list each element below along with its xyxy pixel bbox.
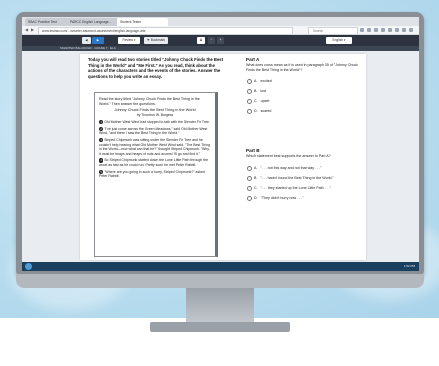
browser-tab[interactable]: PARCC English Language... bbox=[67, 18, 118, 26]
share-icon[interactable] bbox=[395, 28, 399, 32]
os-taskbar: 1:52 PM bbox=[22, 262, 419, 271]
radio-button[interactable] bbox=[247, 165, 252, 171]
instructions: Today you will read two stories titled "… bbox=[88, 57, 223, 79]
answer-choice[interactable]: D. "They didn't hurry now . . ." bbox=[246, 193, 362, 203]
shield-icon[interactable] bbox=[381, 28, 385, 32]
test-content: Today you will read two stories titled "… bbox=[80, 54, 366, 260]
passage-intro: Read the story titled "Johnny Chuck Find… bbox=[99, 97, 200, 106]
paragraph-number: 1 bbox=[99, 120, 104, 125]
choice-text: A. ". . . not this way and not that way .… bbox=[254, 165, 322, 170]
answer-choice[interactable]: C. upset bbox=[246, 96, 362, 106]
bookmark-icon: ⚑ bbox=[146, 38, 150, 42]
part-a: Part A What does cross mean as it is use… bbox=[246, 57, 362, 116]
review-dropdown[interactable]: Review ▾ bbox=[118, 37, 140, 44]
back-icon[interactable]: ◀ bbox=[25, 27, 28, 33]
forward-icon[interactable]: ▶ bbox=[31, 27, 34, 33]
extension-icon[interactable] bbox=[388, 28, 392, 32]
system-clock: 1:52 PM bbox=[403, 264, 415, 268]
start-button-icon[interactable] bbox=[25, 263, 32, 270]
passage-paragraph: 3 Striped Chipmunk was sitting under the … bbox=[99, 138, 211, 156]
browser-tab[interactable]: SBAC Practice Test bbox=[25, 18, 68, 26]
paragraph-text: Striped Chipmunk was sitting under the S… bbox=[99, 138, 210, 156]
part-b: Part B Which statement best supports the… bbox=[246, 148, 362, 203]
answer-choice[interactable]: C. ". . . they started up the Lone Little… bbox=[246, 183, 362, 193]
passage-paragraph: 2 "I've just come across the Green Meadow… bbox=[99, 126, 211, 136]
radio-button[interactable] bbox=[247, 89, 252, 95]
zoom-in-icon[interactable]: + bbox=[217, 37, 224, 44]
passage-pane: Today you will read two stories titled "… bbox=[88, 57, 226, 257]
radio-button[interactable] bbox=[247, 109, 252, 115]
download-icon[interactable] bbox=[367, 28, 371, 32]
paragraph-text: "Where are you going in such a hurry, St… bbox=[99, 169, 205, 179]
browser-search-field[interactable]: Search bbox=[308, 27, 358, 35]
test-toolbar: ◀ ▶ Review ▾ ⚑ Bookmark A − + English ▾ bbox=[22, 35, 419, 46]
choice-text: D. "They didn't hurry now . . ." bbox=[254, 195, 304, 200]
star-icon[interactable] bbox=[360, 28, 364, 32]
choice-text: B. lost bbox=[254, 89, 266, 94]
paragraph-number: 3 bbox=[99, 138, 104, 143]
passage-paragraph: 5 "Where are you going in such a hurry, S… bbox=[99, 169, 211, 179]
radio-button[interactable] bbox=[247, 99, 252, 105]
language-dropdown[interactable]: English ▾ bbox=[326, 37, 352, 44]
monitor-stand bbox=[150, 322, 290, 332]
radio-button[interactable] bbox=[247, 79, 252, 85]
test-subheader: SMARTER BALANCED · GRADE 7 · ELA bbox=[22, 46, 419, 51]
choice-text: B. ". . . hadn't found the Best Thing in … bbox=[254, 175, 334, 180]
radio-button[interactable] bbox=[247, 175, 252, 181]
zoom-out-icon[interactable]: − bbox=[208, 37, 215, 44]
menu-icon[interactable] bbox=[409, 28, 413, 32]
settings-icon[interactable] bbox=[402, 28, 406, 32]
home-icon[interactable] bbox=[374, 28, 378, 32]
monitor-neck bbox=[186, 288, 254, 324]
zoom-button[interactable]: A bbox=[197, 37, 205, 44]
answer-choice[interactable]: B. ". . . hadn't found the Best Thing in … bbox=[246, 173, 362, 183]
part-a-question: What does cross mean as it is used in pa… bbox=[246, 63, 358, 72]
passage-author: by Thornton W. Burgess bbox=[136, 113, 174, 118]
language-label: English bbox=[332, 38, 343, 42]
url-field[interactable]: www.testnav.com/.../smarter-balanced-ass… bbox=[38, 27, 293, 35]
bookmark-label: Bookmark bbox=[150, 38, 166, 42]
choice-text: C. upset bbox=[254, 99, 270, 104]
choice-text: C. ". . . they started up the Lone Little… bbox=[254, 185, 331, 190]
radio-button[interactable] bbox=[247, 185, 252, 191]
review-label: Review bbox=[122, 38, 133, 42]
paragraph-number: 2 bbox=[99, 126, 104, 131]
screen: SBAC Practice Test PARCC English Languag… bbox=[22, 17, 419, 271]
subheader-text: SMARTER BALANCED · GRADE 7 · ELA bbox=[60, 46, 116, 50]
paragraph-number: 4 bbox=[99, 158, 104, 163]
choice-text: D. scared bbox=[254, 109, 272, 114]
paragraph-text: So Striped Chipmunk started down the Lon… bbox=[99, 158, 209, 167]
passage-paragraph: 4 So Striped Chipmunk started down the Lo… bbox=[99, 158, 211, 167]
radio-button[interactable] bbox=[247, 195, 252, 201]
passage-box[interactable]: Read the story titled "Johnny Chuck Find… bbox=[94, 92, 218, 257]
bookmark-button[interactable]: ⚑ Bookmark bbox=[144, 37, 168, 44]
answer-choice[interactable]: A. ". . . not this way and not that way .… bbox=[246, 163, 362, 173]
monitor-chin bbox=[16, 274, 424, 288]
paragraph-number: 5 bbox=[99, 169, 104, 174]
choice-text: A. excited bbox=[254, 79, 272, 84]
browser-address-bar: ◀ ▶ www.testnav.com/.../smarter-balanced… bbox=[22, 26, 419, 35]
part-b-question: Which statement best supports the answer… bbox=[246, 154, 331, 158]
paragraph-text: "I've just come across the Green Meadows… bbox=[99, 126, 208, 136]
passage-paragraph: 1 Old Mother West Wind had stopped to tal… bbox=[99, 120, 211, 125]
answer-choice[interactable]: A. excited bbox=[246, 76, 362, 86]
question-pane: Part A What does cross mean as it is use… bbox=[246, 57, 362, 257]
prev-button[interactable]: ◀ bbox=[82, 37, 91, 44]
answer-choice[interactable]: D. scared bbox=[246, 106, 362, 116]
answer-choice[interactable]: B. lost bbox=[246, 86, 362, 96]
browser-tab-bar: SBAC Practice Test PARCC English Languag… bbox=[22, 17, 419, 26]
browser-tab-active[interactable]: Student Tester bbox=[117, 18, 168, 26]
next-button[interactable]: ▶ bbox=[92, 37, 104, 44]
paragraph-text: Old Mother West Wind had stopped to talk… bbox=[104, 120, 210, 125]
